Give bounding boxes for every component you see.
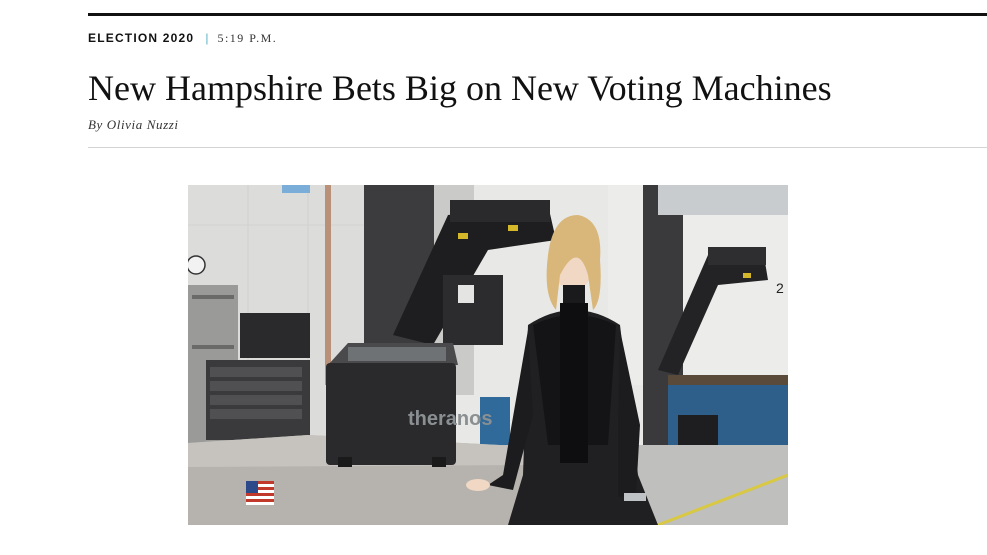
wall-clock-icon (188, 255, 206, 275)
article-headline: New Hampshire Bets Big on New Voting Mac… (88, 68, 832, 108)
section-label[interactable]: ELECTION 2020 (88, 30, 194, 46)
top-rule (88, 13, 987, 16)
floor-number-sign: 2 (776, 280, 784, 296)
header-divider (88, 147, 987, 148)
article-byline[interactable]: By Olivia Nuzzi (88, 117, 179, 133)
article-kicker: ELECTION 2020 | 5:19 P.M. (88, 30, 277, 46)
kicker-separator: | (205, 31, 209, 45)
publish-time: 5:19 P.M. (217, 31, 278, 45)
device-brand-label: theranos (408, 408, 492, 430)
article-lead-image: 2 theranos (188, 185, 788, 525)
